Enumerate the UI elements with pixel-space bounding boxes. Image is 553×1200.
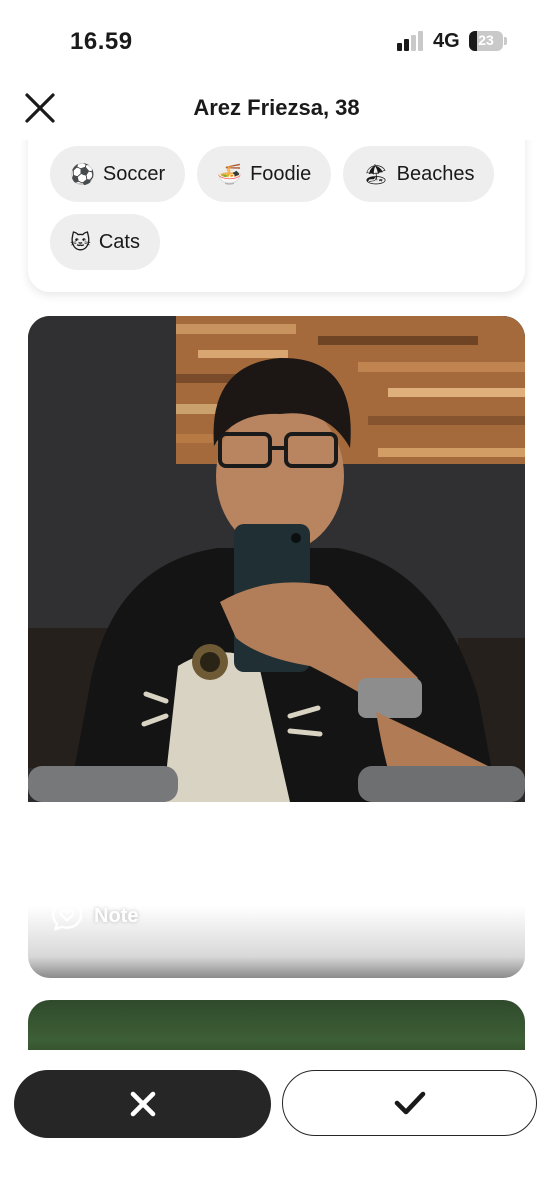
action-bar	[0, 1050, 553, 1200]
beach-icon: 🏖	[363, 162, 389, 186]
status-time: 16.59	[70, 28, 133, 55]
status-bar: 16.59 4G 23	[0, 0, 553, 80]
battery-icon: 23	[469, 31, 503, 51]
signal-icon	[397, 31, 423, 51]
note-label: Note	[94, 904, 139, 927]
profile-header: Arez Friezsa, 38	[0, 80, 553, 136]
like-button[interactable]	[282, 1070, 537, 1136]
x-icon	[130, 1091, 155, 1117]
profile-name-age: Arez Friezsa, 38	[193, 95, 360, 120]
battery-tip	[504, 37, 507, 45]
profile-scroll-area[interactable]: ⚽ Soccer 🍜 Foodie 🏖 Beaches 🐱 Cats Note	[0, 140, 553, 1050]
network-type: 4G	[433, 30, 460, 52]
noodle-bowl-icon: 🍜	[217, 162, 243, 186]
interests-card: ⚽ Soccer 🍜 Foodie 🏖 Beaches 🐱 Cats	[28, 140, 525, 292]
battery-percent: 23	[478, 32, 494, 48]
profile-photo-card[interactable]: Note	[28, 316, 525, 978]
interest-label: Foodie	[250, 162, 312, 185]
profile-photo	[28, 316, 525, 802]
interest-chip-beaches: 🏖 Beaches	[343, 146, 495, 202]
check-icon	[394, 1091, 425, 1115]
interest-chips: ⚽ Soccer 🍜 Foodie 🏖 Beaches 🐱 Cats	[50, 146, 520, 270]
heart-bubble-icon	[51, 900, 83, 931]
second-profile-photo	[28, 1000, 525, 1050]
cat-face-icon: 🐱	[70, 230, 91, 254]
interest-label: Beaches	[396, 162, 475, 185]
interest-label: Cats	[98, 230, 140, 253]
pass-button[interactable]	[14, 1070, 271, 1138]
interest-chip-foodie: 🍜 Foodie	[197, 146, 332, 202]
interest-chip-soccer: ⚽ Soccer	[50, 146, 186, 202]
interest-chip-cats: 🐱 Cats	[50, 214, 160, 270]
soccer-ball-icon: ⚽	[70, 162, 95, 186]
note-button[interactable]: Note	[50, 898, 138, 934]
interest-label: Soccer	[102, 162, 166, 185]
